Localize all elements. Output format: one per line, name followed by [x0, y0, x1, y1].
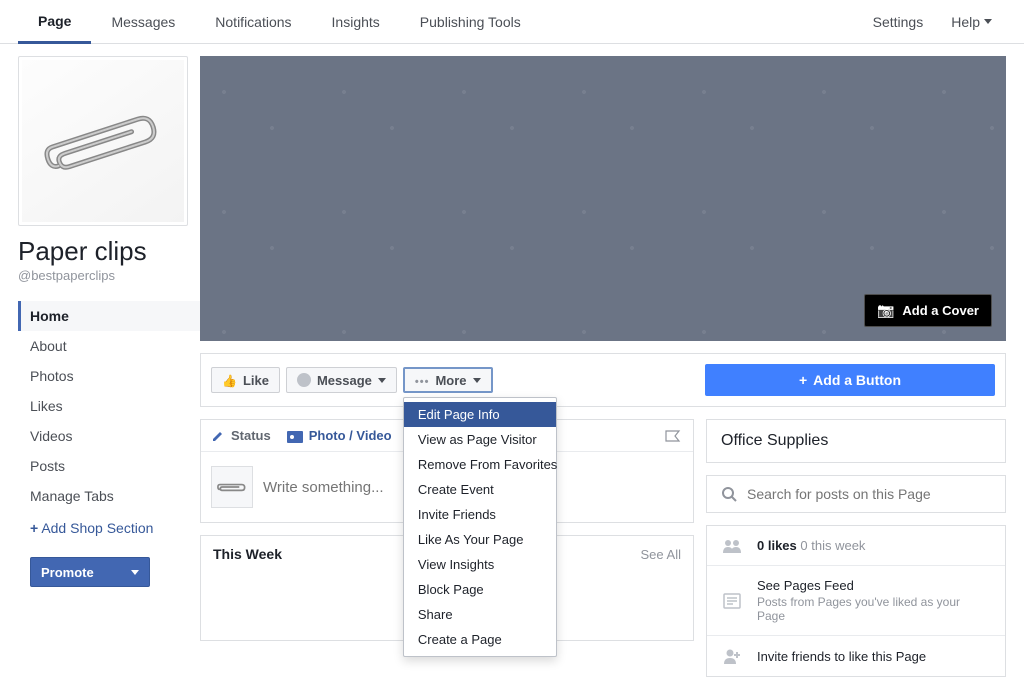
caret-down-icon: [378, 378, 386, 383]
paperclip-icon: [215, 475, 249, 499]
add-button-label: Add a Button: [813, 372, 901, 388]
likes-row[interactable]: 0 likes 0 this week: [707, 526, 1005, 565]
add-a-button[interactable]: + Add a Button: [705, 364, 995, 396]
add-shop-label: Add Shop Section: [41, 520, 153, 536]
sidenav-manage-tabs[interactable]: Manage Tabs: [18, 481, 200, 511]
composer-status-label: Status: [231, 428, 271, 443]
pencil-icon: [211, 429, 225, 443]
sidenav-home[interactable]: Home: [18, 301, 200, 331]
composer-tab-status[interactable]: Status: [211, 428, 271, 443]
add-cover-button[interactable]: Add a Cover: [864, 294, 992, 327]
page-handle: @bestpaperclips: [18, 268, 200, 283]
more-menu-edit-page-info[interactable]: Edit Page Info: [404, 402, 556, 427]
left-column: Paper clips @bestpaperclips Home About P…: [0, 44, 200, 689]
message-icon: [297, 373, 311, 387]
dots-icon: [415, 373, 430, 388]
page-search-input[interactable]: [747, 486, 991, 502]
more-menu-view-insights[interactable]: View Insights: [404, 552, 556, 577]
feed-main-text: See Pages Feed: [757, 578, 991, 593]
composer-avatar: [211, 466, 253, 508]
more-dropdown: Edit Page Info View as Page Visitor Remo…: [403, 397, 557, 657]
add-shop-section-link[interactable]: + Add Shop Section: [18, 511, 200, 545]
flag-icon[interactable]: [665, 430, 683, 442]
invite-text: Invite friends to like this Page: [757, 649, 926, 664]
sidenav-posts[interactable]: Posts: [18, 451, 200, 481]
nav-help[interactable]: Help: [937, 14, 1006, 30]
side-navigation: Home About Photos Likes Videos Posts Man…: [18, 301, 200, 511]
paperclip-icon: [24, 81, 182, 200]
right-column: Add a Cover Like Message More: [200, 44, 1024, 689]
more-menu-create-event[interactable]: Create Event: [404, 477, 556, 502]
cover-photo-area[interactable]: Add a Cover: [200, 56, 1006, 341]
plus-icon: +: [30, 520, 38, 536]
photo-icon: [287, 429, 303, 443]
category-box[interactable]: Office Supplies: [706, 419, 1006, 463]
composer-tab-photo-video[interactable]: Photo / Video: [287, 428, 392, 443]
people-icon: [721, 539, 743, 553]
add-cover-label: Add a Cover: [902, 303, 979, 318]
see-all-link[interactable]: See All: [641, 547, 681, 562]
message-label: Message: [317, 373, 372, 388]
more-menu-block-page[interactable]: Block Page: [404, 577, 556, 602]
add-person-icon: [721, 648, 743, 664]
search-icon: [721, 486, 737, 502]
sidenav-videos[interactable]: Videos: [18, 421, 200, 451]
caret-down-icon: [131, 570, 139, 575]
composer-photo-label: Photo / Video: [309, 428, 392, 443]
more-menu-create-page[interactable]: Create a Page: [404, 627, 556, 652]
page-stats-card: 0 likes 0 this week See Pages Feed Posts…: [706, 525, 1006, 677]
more-button[interactable]: More: [403, 367, 493, 393]
more-menu-view-as-visitor[interactable]: View as Page Visitor: [404, 427, 556, 452]
more-label: More: [435, 373, 466, 388]
like-button[interactable]: Like: [211, 367, 280, 393]
sidenav-photos[interactable]: Photos: [18, 361, 200, 391]
more-menu-like-as-page[interactable]: Like As Your Page: [404, 527, 556, 552]
nav-tab-notifications[interactable]: Notifications: [195, 0, 311, 44]
thumb-up-icon: [222, 373, 237, 388]
promote-label: Promote: [41, 565, 94, 580]
action-bar: Like Message More Edit Page Info View as…: [200, 353, 1006, 407]
nav-settings[interactable]: Settings: [859, 14, 938, 30]
page-title: Paper clips: [18, 236, 200, 267]
camera-icon: [877, 302, 894, 319]
like-label: Like: [243, 373, 269, 388]
sidenav-likes[interactable]: Likes: [18, 391, 200, 421]
likes-sub: 0 this week: [800, 538, 865, 553]
profile-picture[interactable]: [18, 56, 188, 226]
feed-sub-text: Posts from Pages you've liked as your Pa…: [757, 595, 991, 623]
invite-friends-row[interactable]: Invite friends to like this Page: [707, 635, 1005, 676]
this-week-title: This Week: [213, 546, 282, 562]
more-menu-share[interactable]: Share: [404, 602, 556, 627]
caret-down-icon: [473, 378, 481, 383]
nav-tab-publishing-tools[interactable]: Publishing Tools: [400, 0, 541, 44]
caret-down-icon: [984, 19, 992, 24]
likes-count: 0 likes: [757, 538, 797, 553]
nav-tab-messages[interactable]: Messages: [91, 0, 195, 44]
message-button[interactable]: Message: [286, 367, 397, 393]
pages-feed-row[interactable]: See Pages Feed Posts from Pages you've l…: [707, 565, 1005, 635]
plus-icon: +: [799, 372, 807, 388]
page-search-box: [706, 475, 1006, 513]
sidenav-about[interactable]: About: [18, 331, 200, 361]
nav-tab-insights[interactable]: Insights: [312, 0, 400, 44]
nav-help-label: Help: [951, 14, 980, 30]
more-menu-remove-favorites[interactable]: Remove From Favorites: [404, 452, 556, 477]
feed-icon: [721, 593, 743, 609]
more-menu-invite-friends[interactable]: Invite Friends: [404, 502, 556, 527]
nav-tab-page[interactable]: Page: [18, 0, 91, 44]
top-nav: Page Messages Notifications Insights Pub…: [0, 0, 1024, 44]
promote-button[interactable]: Promote: [30, 557, 150, 587]
